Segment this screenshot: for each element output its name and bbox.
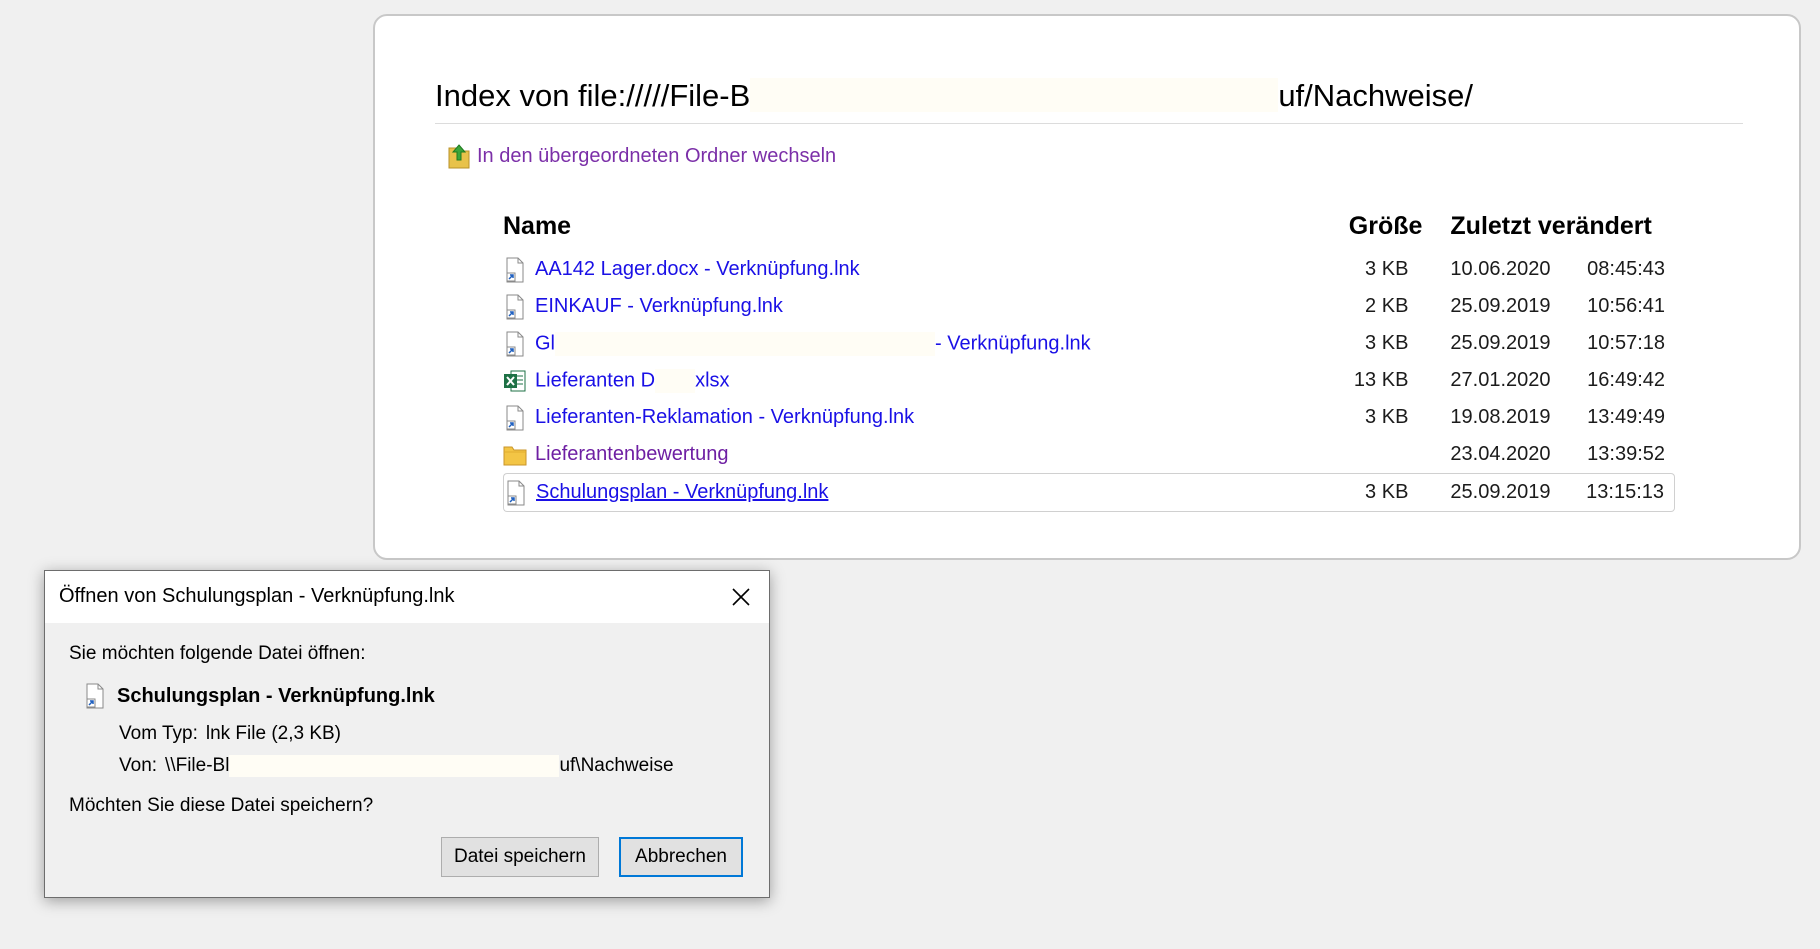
file-source-row: Von: \\File-Bl uf\Nachweise	[119, 755, 674, 777]
file-link[interactable]: Schulungsplan - Verknüpfung.lnk	[536, 481, 828, 504]
shortcut-file-icon	[506, 257, 524, 282]
file-link[interactable]: Lieferanten D xlsx	[535, 368, 730, 393]
dialog-titlebar[interactable]: Öffnen von Schulungsplan - Verknüpfung.l…	[45, 571, 769, 623]
file-link[interactable]: Gl - Verknüpfung.lnk	[535, 331, 1091, 356]
file-time: 13:15:13	[1572, 473, 1675, 512]
page-title-end: uf/Nachweise/	[1278, 78, 1474, 113]
shortcut-file-icon	[506, 294, 524, 319]
parent-folder-label: In den übergeordneten Ordner wechseln	[477, 144, 837, 167]
file-date: 25.09.2019	[1450, 332, 1551, 354]
file-size: 2 KB	[1365, 295, 1409, 317]
table-row: Lieferantenbewertung 23.04.2020 13:39:52	[503, 436, 1675, 473]
excel-file-icon	[504, 370, 526, 391]
file-link[interactable]: AA142 Lager.docx - Verknüpfung.lnk	[535, 258, 860, 281]
page-title-start: Index von file://///File-B	[435, 78, 751, 113]
file-name-start: Lieferanten D	[535, 368, 656, 391]
table-row: Gl - Verknüpfung.lnk 3 KB 25.09.2019 10:5…	[503, 325, 1675, 362]
file-type-value: lnk File (2,3 KB)	[205, 723, 342, 744]
file-name-end: - Verknüpfung.lnk	[935, 331, 1091, 354]
file-time: 08:45:43	[1587, 258, 1665, 280]
file-source-end: uf\Nachweise	[559, 755, 674, 777]
file-date: 23.04.2020	[1450, 443, 1551, 465]
shortcut-file-icon	[86, 683, 104, 709]
file-size: 3 KB	[1365, 258, 1409, 280]
shortcut-file-icon	[507, 480, 525, 505]
redacted-name	[655, 368, 696, 393]
file-link[interactable]: EINKAUF - Verknüpfung.lnk	[535, 295, 783, 318]
table-row: Lieferanten-Reklamation - Verknüpfung.ln…	[503, 399, 1675, 436]
redacted-path	[750, 78, 1279, 112]
file-time: 16:49:42	[1587, 369, 1665, 391]
file-source-label: Von:	[119, 755, 158, 777]
shortcut-file-icon	[506, 405, 524, 430]
table-row: AA142 Lager.docx - Verknüpfung.lnk 3 KB …	[503, 251, 1675, 288]
file-date: 10.06.2020	[1450, 258, 1551, 280]
shortcut-file-icon	[506, 331, 524, 356]
save-question: Möchten Sie diese Datei speichern?	[69, 795, 374, 816]
file-name-end: xlsx	[695, 368, 730, 391]
table-header-row: Name Größe Zuletzt verändert	[503, 212, 1675, 251]
dialog-prompt: Sie möchten folgende Datei öffnen:	[69, 643, 366, 664]
download-file: Schulungsplan - Verknüpfung.lnk	[83, 683, 435, 709]
directory-listing-panel: Index von file://///File-B uf/Nachweise/ …	[373, 14, 1801, 560]
file-size: 3 KB	[1365, 406, 1409, 428]
header-size[interactable]: Größe	[1276, 212, 1443, 251]
cancel-button[interactable]: Abbrechen	[619, 837, 743, 877]
file-size	[1276, 436, 1443, 473]
file-link[interactable]: Lieferanten-Reklamation - Verknüpfung.ln…	[535, 406, 914, 429]
table-row-selected: Schulungsplan - Verknüpfung.lnk 3 KB 25.…	[503, 473, 1675, 512]
file-date: 27.01.2020	[1450, 369, 1551, 391]
save-file-button[interactable]: Datei speichern	[441, 837, 599, 877]
file-time: 13:39:52	[1587, 443, 1665, 465]
file-type-row: Vom Typ: lnk File (2,3 KB)	[119, 723, 341, 745]
file-date: 25.09.2019	[1450, 295, 1551, 317]
file-size: 13 KB	[1353, 369, 1409, 391]
open-file-dialog: Öffnen von Schulungsplan - Verknüpfung.l…	[44, 570, 770, 898]
file-time: 10:56:41	[1587, 295, 1665, 317]
file-date: 25.09.2019	[1442, 473, 1573, 512]
file-name-start: Gl	[535, 331, 555, 354]
table-row: Lieferanten D xlsx 13 KB 27.01.2020 16:49…	[503, 362, 1675, 399]
file-source-start: \\File-Bl	[165, 755, 230, 777]
redacted-name	[555, 331, 935, 356]
header-name[interactable]: Name	[503, 212, 1276, 251]
close-icon	[732, 588, 750, 606]
folder-icon	[503, 446, 527, 465]
up-folder-icon	[448, 144, 470, 169]
file-table: Name Größe Zuletzt verändert AA142 Lager…	[503, 212, 1675, 512]
file-size: 3 KB	[1365, 332, 1409, 354]
download-file-name: Schulungsplan - Verknüpfung.lnk	[117, 684, 435, 707]
file-date: 19.08.2019	[1450, 406, 1551, 428]
file-size: 3 KB	[1275, 473, 1443, 512]
page-title: Index von file://///File-B uf/Nachweise/	[435, 78, 1743, 124]
dialog-title: Öffnen von Schulungsplan - Verknüpfung.l…	[59, 585, 455, 607]
redacted-path	[229, 755, 560, 777]
folder-link[interactable]: Lieferantenbewertung	[535, 443, 728, 466]
parent-folder-link[interactable]: In den übergeordneten Ordner wechseln	[447, 142, 836, 170]
file-time: 10:57:18	[1587, 332, 1665, 354]
close-button[interactable]	[723, 579, 759, 615]
header-modified[interactable]: Zuletzt verändert	[1442, 212, 1675, 251]
file-time: 13:49:49	[1587, 406, 1665, 428]
file-type-label: Vom Typ:	[119, 723, 198, 744]
table-row: EINKAUF - Verknüpfung.lnk 2 KB 25.09.201…	[503, 288, 1675, 325]
